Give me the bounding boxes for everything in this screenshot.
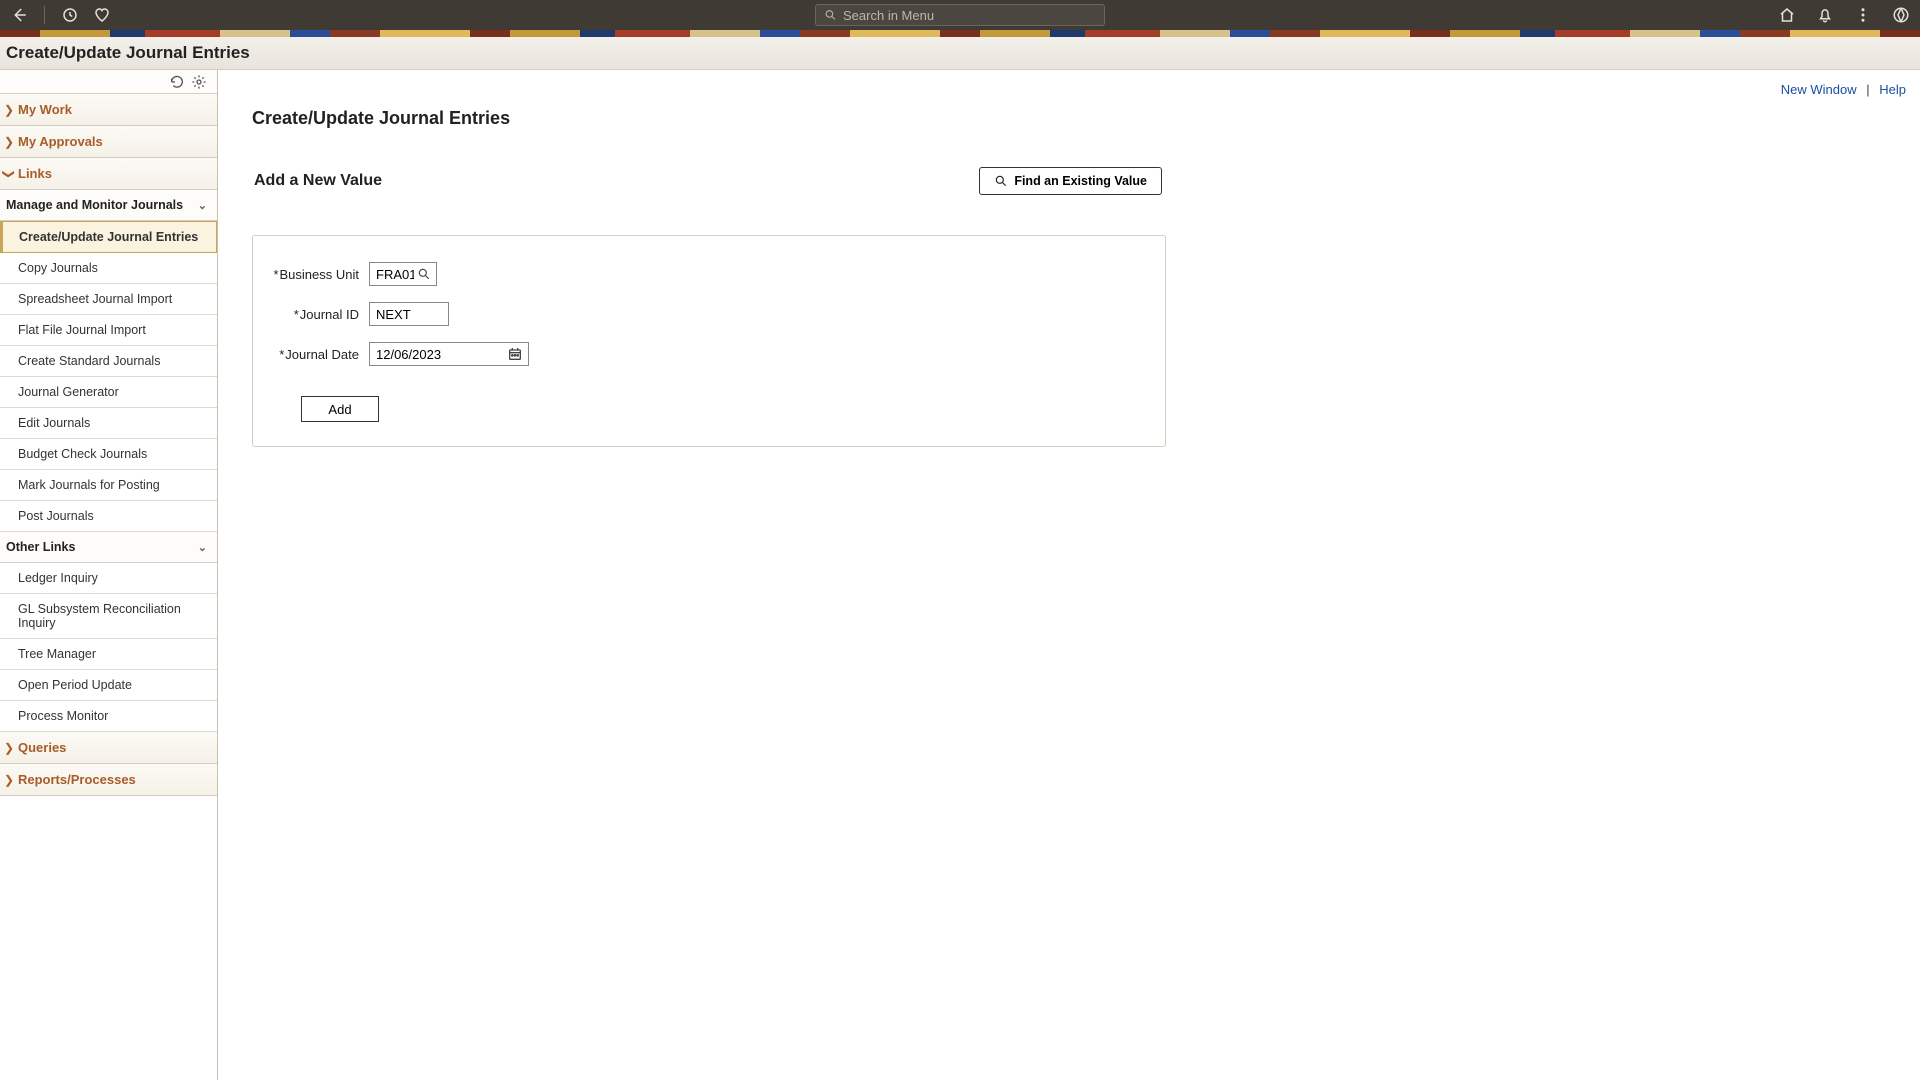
sidebar-section-my-approvals[interactable]: ❯ My Approvals	[0, 126, 217, 158]
chevron-right-icon: ❯	[4, 741, 14, 755]
sidebar-section-my-work[interactable]: ❯ My Work	[0, 94, 217, 126]
chevron-right-icon: ❯	[4, 103, 14, 117]
chevron-right-icon: ❯	[4, 773, 14, 787]
calendar-icon[interactable]	[507, 346, 523, 362]
sidebar-section-label: Queries	[18, 740, 66, 755]
global-search[interactable]	[815, 4, 1105, 26]
sidebar-item-process-monitor[interactable]: Process Monitor	[0, 701, 217, 732]
add-button[interactable]: Add	[301, 396, 379, 422]
chevron-down-icon: ❯	[2, 169, 16, 179]
global-search-input[interactable]	[843, 8, 1096, 23]
sidebar-item-budget-check-journals[interactable]: Budget Check Journals	[0, 439, 217, 470]
sidebar-item-ledger-inquiry[interactable]: Ledger Inquiry	[0, 563, 217, 594]
sidebar-item-create-standard-journals[interactable]: Create Standard Journals	[0, 346, 217, 377]
journal-id-input[interactable]	[369, 302, 449, 326]
sidebar-item-copy-journals[interactable]: Copy Journals	[0, 253, 217, 284]
home-icon[interactable]	[1778, 6, 1796, 24]
sidebar-group-label: Manage and Monitor Journals	[6, 198, 183, 212]
header-separator	[44, 6, 45, 24]
decorative-stripe	[0, 30, 1920, 37]
search-icon	[824, 8, 837, 22]
sidebar-section-reports-processes[interactable]: ❯ Reports/Processes	[0, 764, 217, 796]
global-header	[0, 0, 1920, 30]
main-content: New Window | Help Create/Update Journal …	[218, 70, 1920, 1080]
find-existing-button[interactable]: Find an Existing Value	[979, 167, 1162, 195]
recent-icon[interactable]	[61, 6, 79, 24]
sidebar-item-flat-file-import[interactable]: Flat File Journal Import	[0, 315, 217, 346]
sidebar-item-mark-journals-posting[interactable]: Mark Journals for Posting	[0, 470, 217, 501]
lookup-icon[interactable]	[417, 267, 431, 281]
component-title: Create/Update Journal Entries	[6, 43, 250, 63]
page-sub-heading: Add a New Value	[252, 172, 382, 190]
sidebar-group-label: Other Links	[6, 540, 75, 554]
find-existing-label: Find an Existing Value	[1014, 174, 1147, 188]
sidebar-section-links[interactable]: ❯ Links	[0, 158, 217, 190]
sidebar-section-label: Links	[18, 166, 52, 181]
sidebar-group-manage-monitor[interactable]: Manage and Monitor Journals ⌄	[0, 190, 217, 221]
sidebar-item-tree-manager[interactable]: Tree Manager	[0, 639, 217, 670]
sidebar-item-open-period-update[interactable]: Open Period Update	[0, 670, 217, 701]
favorite-icon[interactable]	[93, 6, 111, 24]
sidebar-tools	[0, 70, 217, 94]
help-link[interactable]: Help	[1879, 82, 1906, 97]
link-separator: |	[1866, 82, 1869, 97]
sidebar-item-journal-generator[interactable]: Journal Generator	[0, 377, 217, 408]
journal-date-label: *Journal Date	[273, 347, 369, 362]
navbar-icon[interactable]	[1892, 6, 1910, 24]
chevron-right-icon: ❯	[4, 135, 14, 149]
sidebar-item-edit-journals[interactable]: Edit Journals	[0, 408, 217, 439]
sidebar-section-label: Reports/Processes	[18, 772, 136, 787]
sidebar-section-label: My Approvals	[18, 134, 103, 149]
back-icon[interactable]	[10, 6, 28, 24]
search-icon	[994, 174, 1008, 188]
sidebar-item-gl-subsystem-recon[interactable]: GL Subsystem Reconciliation Inquiry	[0, 594, 217, 639]
sidebar-section-label: My Work	[18, 102, 72, 117]
notifications-icon[interactable]	[1816, 6, 1834, 24]
journal-id-label: *Journal ID	[273, 307, 369, 322]
business-unit-label: *Business Unit	[273, 267, 369, 282]
actions-menu-icon[interactable]	[1854, 6, 1872, 24]
sidebar-group-other-links[interactable]: Other Links ⌄	[0, 532, 217, 563]
sidebar-item-create-update-journal[interactable]: Create/Update Journal Entries	[0, 221, 217, 253]
journal-date-input[interactable]	[369, 342, 529, 366]
sidebar-item-spreadsheet-import[interactable]: Spreadsheet Journal Import	[0, 284, 217, 315]
chevron-down-icon: ⌄	[198, 541, 207, 554]
chevron-down-icon: ⌄	[198, 199, 207, 212]
refresh-icon[interactable]	[169, 74, 185, 90]
page-top-links: New Window | Help	[1781, 82, 1906, 97]
sidebar-item-post-journals[interactable]: Post Journals	[0, 501, 217, 532]
page-heading: Create/Update Journal Entries	[218, 70, 1920, 129]
component-title-bar: Create/Update Journal Entries	[0, 37, 1920, 70]
sidebar-section-queries[interactable]: ❯ Queries	[0, 732, 217, 764]
sidebar: ❯ My Work ❯ My Approvals ❯ Links Manage …	[0, 70, 218, 1080]
gear-icon[interactable]	[191, 74, 207, 90]
add-new-value-form: *Business Unit *Journal ID *Journal Date	[252, 235, 1166, 447]
new-window-link[interactable]: New Window	[1781, 82, 1857, 97]
